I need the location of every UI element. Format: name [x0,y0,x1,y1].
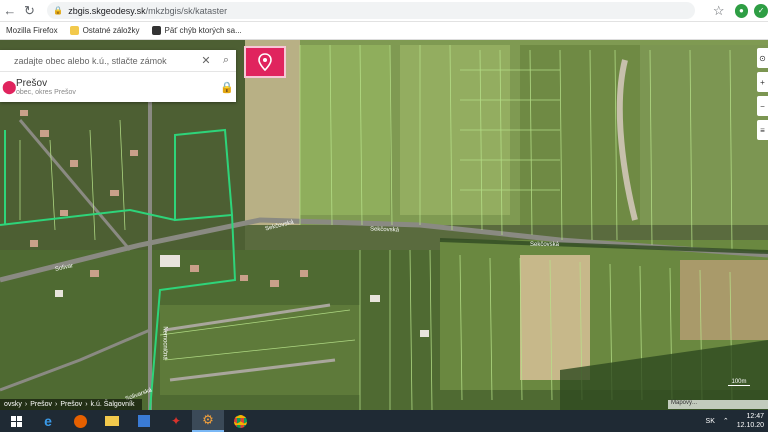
clear-icon[interactable]: ✕ [196,54,216,67]
firefox-icon[interactable] [64,410,96,432]
browser-toolbar: ← ↻ 🔒 zbgis.skgeodesy.sk /mkzbgis/sk/kat… [0,0,768,22]
extension-icon[interactable]: ● [734,3,749,18]
search-panel: zadajte obec alebo k.ú., stlačte zámok ✕… [0,50,236,102]
shield-icon[interactable]: ✓ [754,3,768,18]
search-placeholder: zadajte obec alebo k.ú., stlačte zámok [14,55,167,66]
folder-icon [69,26,79,35]
lock-icon: 🔒 [53,6,64,15]
game-icon[interactable]: ✦ [160,410,192,432]
star-icon[interactable]: ☆ [709,1,729,21]
back-button[interactable]: ← [0,1,20,21]
layers-icon[interactable]: ≡ [757,120,768,140]
location-row[interactable]: ⬤ Prešov obec, okres Prešov 🔒 [0,72,236,102]
bookmark-label: Päť chýb ktorých sa... [164,26,242,35]
breadcrumb: ovsky › Prešov › Prešov › k.ú. Šalgovník [0,399,142,410]
map-controls: ⊙ + − ≡ [757,48,768,144]
bookmark-folder[interactable]: Ostatné záložky [69,26,140,35]
url-path: /mkzbgis/sk/kataster [145,5,228,16]
breadcrumb-separator: › [85,401,88,408]
locate-icon[interactable]: ⊙ [757,48,768,68]
clock[interactable]: 12:47 12.10.20 [737,412,764,430]
system-tray: SK ⌃ 12:47 12.10.20 [706,410,768,432]
street-label: Sekčovská [530,242,560,248]
breadcrumb-item[interactable]: ovsky [4,401,22,408]
url-domain: zbgis.skgeodesy.sk [68,5,146,16]
breadcrumb-item[interactable]: Prešov [30,401,52,408]
ie-icon[interactable]: e [32,410,64,432]
search-input[interactable]: zadajte obec alebo k.ú., stlačte zámok ✕… [0,50,236,72]
location-pin-button[interactable] [244,46,286,78]
breadcrumb-item[interactable]: Prešov [60,401,82,408]
bookmark-mozilla[interactable]: Mozilla Firefox [6,26,58,35]
breadcrumb-item[interactable]: k.ú. Šalgovník [91,401,135,408]
zoom-out-button[interactable]: − [757,96,768,116]
language-indicator[interactable]: SK [706,418,715,425]
taskbar: e ✦ ⚙ SK ⌃ 12:47 12.10.20 [0,410,768,432]
refresh-button[interactable]: ↻ [20,1,40,21]
street-label: Nemocničná [161,326,168,360]
bookmark-label: Ostatné záložky [82,26,140,35]
lock-icon[interactable]: 🔒 [218,81,236,94]
settings-icon[interactable]: ⚙ [192,410,224,432]
media-player-icon[interactable] [128,410,160,432]
bookmarks-bar: Mozilla Firefox Ostatné záložky Päť chýb… [0,22,768,40]
chevron-up-icon[interactable]: ⌃ [723,417,729,425]
breadcrumb-separator: › [55,401,58,408]
chrome-icon[interactable] [224,410,256,432]
bookmark-label: Mozilla Firefox [6,26,58,35]
file-explorer-icon[interactable] [96,410,128,432]
location-name: Prešov [16,78,48,89]
windows-start-icon[interactable] [0,410,32,432]
scale-bar: 100m [728,379,750,386]
map-pin-icon [258,53,272,71]
map-attribution: Mapový... [668,400,768,409]
breadcrumb-separator: › [24,401,28,408]
map-pin-icon: ⬤ [2,79,17,94]
clock-time: 12:47 [746,413,764,420]
location-subtitle: obec, okres Prešov [16,89,76,96]
zoom-in-button[interactable]: + [757,72,768,92]
bookmark-article[interactable]: Päť chýb ktorých sa... [151,26,242,35]
address-bar[interactable]: 🔒 zbgis.skgeodesy.sk /mkzbgis/sk/kataste… [47,2,695,19]
clock-date: 12.10.20 [736,422,764,429]
bookmark-icon [151,26,161,35]
search-icon[interactable]: ⌕ [216,54,236,67]
street-label: Sekčovská [369,226,400,234]
